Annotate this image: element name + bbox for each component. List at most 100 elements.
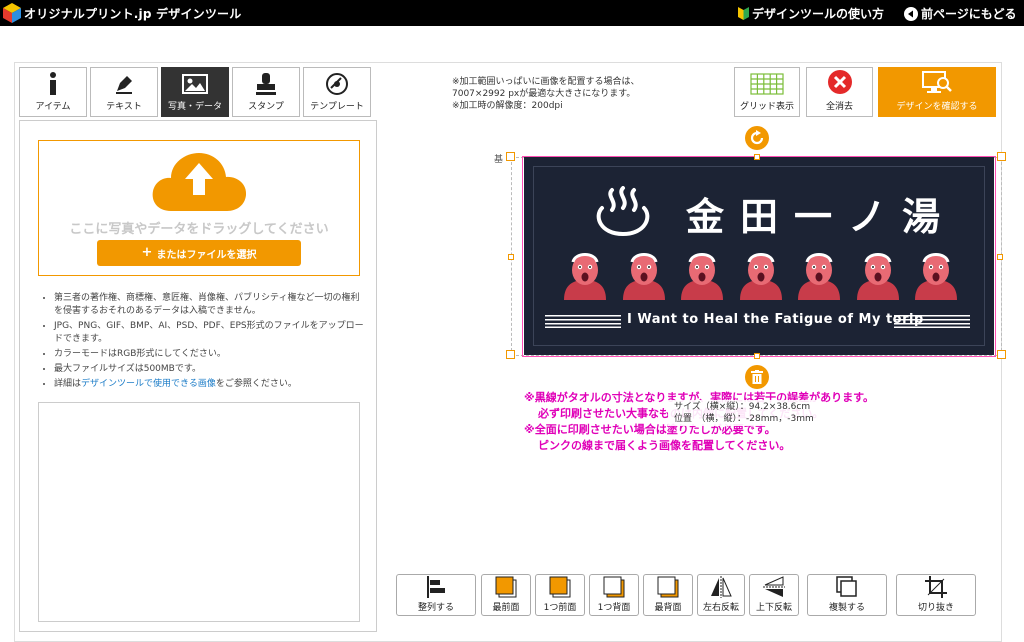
flip-horizontal-button[interactable]: 左右反転 (697, 574, 745, 616)
resize-handle-left[interactable] (508, 254, 514, 260)
beginner-icon (738, 7, 749, 20)
tab-stamp[interactable]: スタンプ (232, 67, 300, 117)
stripes-left (545, 315, 621, 328)
pen-icon (116, 76, 132, 94)
clear-label: 全消去 (825, 102, 853, 112)
trash-icon (751, 370, 763, 384)
grid-toggle-button[interactable]: グリッド表示 (734, 67, 800, 117)
tab-label: 写真・データ (167, 102, 222, 112)
resize-handle-tl[interactable] (506, 152, 515, 161)
grid-label: グリッド表示 (739, 102, 794, 112)
character-figure (798, 253, 840, 300)
note-item: 最大ファイルサイズは500MBです。 (54, 363, 366, 376)
warning-line: ピンクの線まで届くよう画像を配置してください。 (538, 439, 791, 452)
back-link[interactable]: 前ページにもどる (904, 5, 1017, 22)
delete-handle[interactable] (745, 365, 769, 389)
note-item: 第三者の著作権、商標権、意匠権、肖像権、パブリシティ権など一切の権利を侵害するお… (54, 292, 366, 318)
top-bar: オリジナルプリント.jp デザインツール デザインツールの使い方 前ページにもど… (0, 0, 1024, 26)
send-backward-label: 1つ背面 (597, 603, 631, 613)
note-item: カラーモードはRGB形式にしてください。 (54, 348, 366, 361)
flip-vertical-icon (763, 576, 785, 597)
design-title: 金田一ノ湯 (686, 195, 957, 239)
send-backward-button[interactable]: 1つ背面 (589, 574, 639, 616)
info-icon (50, 72, 56, 95)
design-slogan: I Want to Heal the Fatigue of My torip (627, 312, 924, 327)
resize-handle-bl[interactable] (506, 350, 515, 359)
logo-icon (3, 3, 21, 23)
flip-horizontal-label: 左右反転 (702, 603, 739, 613)
back-link-label: 前ページにもどる (921, 7, 1017, 21)
tab-label: スタンプ (248, 102, 284, 112)
character-figure (622, 253, 665, 300)
crop-icon (925, 576, 947, 598)
resize-handle-top[interactable] (754, 154, 760, 160)
bring-front-label: 最前面 (492, 603, 520, 613)
info-line: ※加工時の解像度：200dpi (452, 101, 563, 111)
resolution-info: ※加工範囲いっぱいに画像を配置する場合は、 7007×2992 pxが最適な大き… (452, 76, 640, 112)
duplicate-label: 複製する (828, 603, 865, 613)
flip-vertical-button[interactable]: 上下反転 (749, 574, 799, 616)
bring-front-icon (495, 576, 517, 598)
clear-all-button[interactable]: 全消去 (806, 67, 873, 117)
send-back-button[interactable]: 最背面 (643, 574, 693, 616)
hot-spring-icon (596, 186, 650, 237)
character-figure (681, 253, 723, 300)
tab-photo-data[interactable]: 写真・データ (161, 67, 229, 117)
uploaded-images-area[interactable] (38, 402, 360, 622)
info-line: 7007×2992 pxが最適な大きさになります。 (452, 89, 636, 99)
bring-forward-button[interactable]: 1つ前面 (535, 574, 585, 616)
align-label: 整列する (417, 603, 454, 613)
brand-title: オリジナルプリント.jp デザインツール (24, 7, 242, 21)
tab-label: テキスト (106, 102, 142, 112)
tooltip-position: 位置 （横，縦）：-28mm，-3mm (674, 414, 814, 424)
drop-instruction: ここに写真やデータをドラッグしてください (69, 222, 329, 237)
size-position-tooltip: サイズ（横×縦）：94.2×38.6cm 位置 （横，縦）：-28mm，-3mm (668, 400, 820, 426)
align-icon (427, 576, 445, 598)
rotate-icon (750, 130, 764, 145)
resize-handle-right[interactable] (997, 254, 1003, 260)
resize-handle-br[interactable] (997, 350, 1006, 359)
character-figure (564, 253, 606, 300)
bleed-guide-left (522, 156, 523, 357)
stamp-icon (256, 73, 276, 95)
back-circle-icon (904, 6, 918, 21)
tab-label: アイテム (35, 102, 71, 112)
confirm-design-button[interactable]: デザインを確認する (878, 67, 996, 117)
tab-text[interactable]: テキスト (90, 67, 158, 117)
tab-template[interactable]: テンプレート (303, 67, 371, 117)
tab-item[interactable]: アイテム (19, 67, 87, 117)
upload-dropzone[interactable]: ここに写真やデータをドラッグしてください + またはファイルを選択 (38, 140, 360, 276)
tooltip-size: サイズ（横×縦）：94.2×38.6cm (674, 402, 811, 412)
details-prefix: 詳細は (54, 379, 82, 389)
cloud-upload-icon (152, 153, 247, 211)
character-figure (739, 253, 782, 300)
info-line: ※加工範囲いっぱいに画像を配置する場合は、 (452, 77, 640, 87)
usable-images-link[interactable]: デザインツールで使用できる画像 (81, 379, 216, 389)
send-backward-icon (603, 576, 625, 598)
grid-icon (750, 73, 784, 95)
bleed-guide-right (995, 156, 996, 357)
crop-label: 切り抜き (917, 603, 954, 613)
bring-forward-icon (549, 576, 571, 598)
select-file-button[interactable]: + またはファイルを選択 (97, 240, 301, 266)
note-item: JPG、PNG、GIF、BMP、AI、PSD、PDF、EPS形式のファイルをアッ… (54, 320, 366, 346)
resize-handle-tr[interactable] (997, 152, 1006, 161)
help-link[interactable]: デザインツールの使い方 (738, 5, 884, 22)
align-button[interactable]: 整列する (396, 574, 476, 616)
bring-forward-label: 1つ前面 (543, 603, 577, 613)
confirm-label: デザインを確認する (896, 102, 978, 112)
help-link-label: デザインツールの使い方 (752, 7, 885, 21)
resize-handle-bottom[interactable] (754, 353, 760, 359)
rotate-handle[interactable] (745, 126, 769, 150)
tab-label: テンプレート (310, 102, 364, 112)
details-suffix: をご参照ください。 (215, 379, 297, 389)
plus-icon: + (141, 245, 153, 260)
character-figure (856, 253, 899, 300)
flip-vertical-label: 上下反転 (755, 603, 792, 613)
select-file-label: またはファイルを選択 (156, 249, 257, 261)
guide-label: 基 (494, 155, 504, 165)
bring-front-button[interactable]: 最前面 (481, 574, 531, 616)
duplicate-button[interactable]: 複製する (807, 574, 887, 616)
monitor-search-icon (922, 71, 952, 93)
crop-button[interactable]: 切り抜き (896, 574, 976, 616)
